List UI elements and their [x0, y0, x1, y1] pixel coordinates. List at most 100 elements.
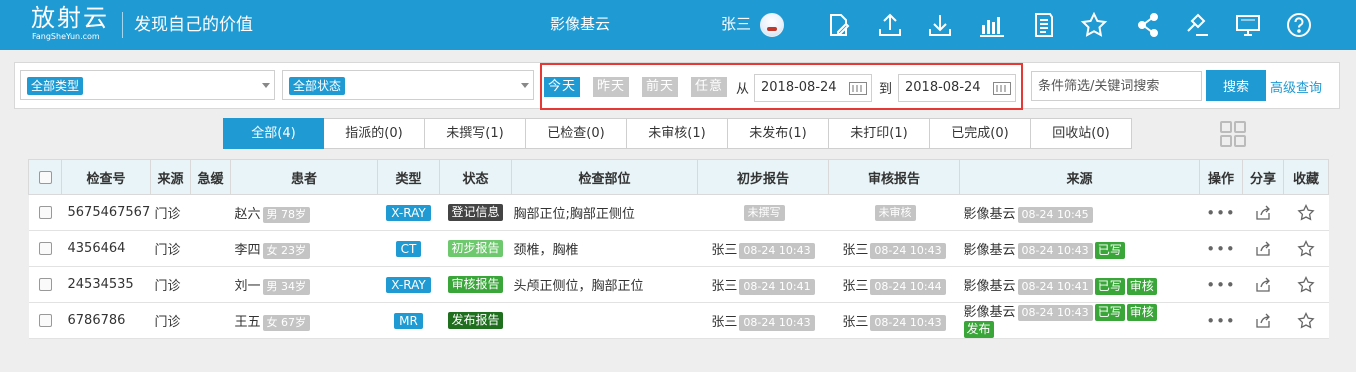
date-to-input[interactable]: 2018-08-24	[898, 74, 1016, 102]
tab-recycle-bin[interactable]: 回收站(0)	[1031, 118, 1132, 149]
more-actions-button[interactable]: •••	[1206, 240, 1236, 258]
tab-completed[interactable]: 已完成(0)	[930, 118, 1031, 149]
gavel-icon[interactable]	[1184, 11, 1212, 39]
share-icon[interactable]	[1134, 11, 1162, 39]
more-actions-button[interactable]: •••	[1206, 204, 1236, 222]
help-icon[interactable]	[1285, 11, 1313, 39]
more-actions-button[interactable]: •••	[1206, 276, 1236, 294]
upload-icon[interactable]	[876, 11, 904, 39]
star-icon[interactable]	[1297, 275, 1315, 294]
published-badge: 发布	[963, 320, 994, 338]
calendar-icon[interactable]	[993, 82, 1011, 95]
logo-divider	[122, 12, 123, 38]
col-header-exam-id[interactable]: 检查号	[61, 159, 151, 195]
more-actions-button[interactable]: •••	[1206, 312, 1236, 330]
calendar-icon[interactable]	[849, 82, 867, 95]
star-icon[interactable]	[1297, 203, 1315, 222]
document-icon[interactable]	[1030, 11, 1058, 39]
logo[interactable]: 放射云 FangSheYun.com	[31, 4, 111, 42]
logo-text: 放射云	[31, 4, 109, 32]
type-badge: X-RAY	[386, 276, 431, 293]
origin-name: 影像基云	[963, 206, 1016, 222]
advanced-search-link[interactable]: 高级查询	[1270, 77, 1322, 96]
col-header-status[interactable]: 状态	[439, 159, 512, 195]
tab-checked[interactable]: 已检查(0)	[526, 118, 627, 149]
patient-name: 王五	[234, 314, 261, 330]
col-header-source[interactable]: 来源	[150, 159, 191, 195]
download-icon[interactable]	[926, 11, 954, 39]
audit-author: 张三	[842, 314, 869, 330]
yesterday-button[interactable]: 昨天	[593, 77, 630, 97]
star-icon[interactable]	[1297, 311, 1315, 330]
custom-day-button[interactable]: 任意	[691, 77, 728, 97]
col-header-preliminary-report[interactable]: 初步报告	[697, 159, 829, 195]
col-header-patient[interactable]: 患者	[230, 159, 378, 195]
col-header-origin[interactable]: 来源	[959, 159, 1200, 195]
share-icon[interactable]	[1254, 312, 1272, 330]
origin-time-badge: 08-24 10:41	[1017, 278, 1093, 295]
tab-unwritten[interactable]: 未撰写(1)	[425, 118, 526, 149]
grid-view-icon[interactable]	[1219, 120, 1247, 148]
exam-part: 头颅正侧位，胸部正位	[511, 266, 698, 303]
monitor-icon[interactable]	[1234, 11, 1262, 39]
row-checkbox[interactable]	[38, 242, 52, 255]
tab-unprinted[interactable]: 未打印(1)	[829, 118, 930, 149]
exam-id: 4356464	[61, 230, 151, 267]
col-header-audit-report[interactable]: 审核报告	[828, 159, 960, 195]
table-row[interactable]: 5675467567 门诊 赵六男 78岁 X-RAY 登记信息 胸部正位;胸部…	[28, 194, 1329, 231]
audit-author: 张三	[842, 242, 869, 258]
search-button[interactable]: 搜索	[1206, 70, 1266, 101]
select-all-checkbox[interactable]	[38, 170, 52, 184]
row-checkbox[interactable]	[38, 314, 52, 327]
type-badge: X-RAY	[386, 204, 431, 221]
exam-table: 检查号 来源 急缓 患者 类型 状态 检查部位 初步报告 审核报告 来源 操作 …	[28, 159, 1329, 339]
table-row[interactable]: 4356464 门诊 李四女 23岁 CT 初步报告 颈椎，胸椎 张三 08-24…	[28, 230, 1329, 267]
status-select-value: 全部状态	[289, 77, 346, 95]
tab-all[interactable]: 全部(4)	[223, 118, 324, 149]
col-header-exam-part[interactable]: 检查部位	[511, 159, 698, 195]
audit-time-badge: 08-24 10:43	[870, 242, 946, 259]
type-select[interactable]: 全部类型	[20, 70, 275, 100]
user-name[interactable]: 张三	[721, 14, 751, 34]
star-icon[interactable]	[1297, 239, 1315, 258]
share-icon[interactable]	[1254, 240, 1272, 258]
tab-unaudited[interactable]: 未审核(1)	[627, 118, 728, 149]
share-icon[interactable]	[1254, 204, 1272, 222]
chevron-down-icon	[262, 83, 270, 88]
origin-name: 影像基云	[963, 242, 1016, 258]
date-from-input[interactable]: 2018-08-24	[754, 74, 872, 102]
audit-status-badge: 未审核	[874, 204, 916, 221]
tab-unpublished[interactable]: 未发布(1)	[728, 118, 829, 149]
app-title: 影像基云	[550, 15, 611, 33]
col-header-actions: 操作	[1199, 159, 1243, 195]
tab-assigned[interactable]: 指派的(0)	[324, 118, 425, 149]
select-all-cell[interactable]	[28, 159, 62, 195]
star-icon[interactable]	[1080, 11, 1108, 39]
share-icon[interactable]	[1254, 276, 1272, 294]
table-header-row: 检查号 来源 急缓 患者 类型 状态 检查部位 初步报告 审核报告 来源 操作 …	[28, 159, 1329, 195]
preliminary-author: 张三	[711, 278, 738, 294]
origin-time-badge: 08-24 10:43	[1017, 242, 1093, 259]
patient-info-badge: 女 67岁	[262, 314, 311, 331]
filter-bar: 全部类型 全部状态 今天 昨天 前天 任意 从 2018-08-24 到 201…	[14, 62, 1340, 110]
col-header-favorite: 收藏	[1283, 159, 1329, 195]
statistics-icon[interactable]	[978, 11, 1006, 39]
table-row[interactable]: 6786786 门诊 王五女 67岁 MR 发布报告 张三 08-24 10:43…	[28, 302, 1329, 339]
row-checkbox[interactable]	[38, 278, 52, 291]
edit-icon[interactable]	[824, 11, 852, 39]
col-header-type[interactable]: 类型	[377, 159, 440, 195]
col-header-urgency[interactable]: 急缓	[190, 159, 231, 195]
date-from-value: 2018-08-24	[761, 80, 837, 95]
row-checkbox[interactable]	[38, 206, 52, 219]
patient-name: 李四	[234, 242, 261, 258]
type-badge: CT	[395, 240, 422, 257]
logo-domain: FangSheYun.com	[32, 32, 100, 41]
day-before-button[interactable]: 前天	[642, 77, 679, 97]
avatar[interactable]	[760, 13, 784, 37]
today-button[interactable]: 今天	[544, 77, 581, 97]
search-input[interactable]	[1031, 71, 1202, 101]
status-select[interactable]: 全部状态	[282, 70, 534, 100]
table-row[interactable]: 24534535 门诊 刘一男 34岁 X-RAY 审核报告 头颅正侧位，胸部正…	[28, 266, 1329, 303]
date-range-area: 今天 昨天 前天 任意 从 2018-08-24 到 2018-08-24	[540, 63, 1023, 110]
audit-time-badge: 08-24 10:43	[870, 314, 946, 331]
